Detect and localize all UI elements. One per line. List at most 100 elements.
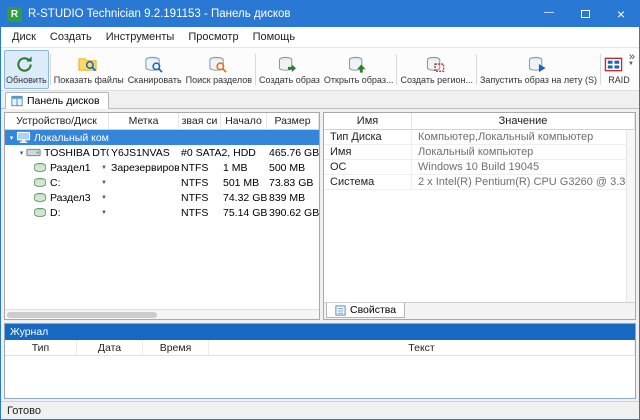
log-panel: Журнал Тип Дата Время Текст [4, 323, 636, 399]
partition-dropdown-icon[interactable]: ▼ [101, 195, 107, 201]
status-bar: Готово [1, 401, 639, 419]
device-name: C: [50, 177, 61, 189]
log-table-header: Тип Дата Время Текст [5, 340, 635, 356]
filesystem-cell: #0 SATA2, HDD [179, 145, 221, 160]
log-column-type[interactable]: Тип [5, 340, 77, 355]
run-image-on-fly-button[interactable]: Запустить образ на лету (S) [478, 50, 599, 89]
toolbar-separator [600, 54, 601, 85]
create-region-label: Создать регион... [400, 75, 473, 85]
column-header-start[interactable]: Начало [221, 113, 267, 129]
app-icon-letter: R [11, 9, 18, 20]
partition-icon [33, 177, 47, 188]
partition-dropdown-icon[interactable]: ▼ [101, 210, 107, 216]
device-row-toshiba-disk[interactable]: ▾ TOSHIBA DT01ACA050 ... Y6JS1NVAS #0 SA… [5, 145, 319, 160]
toolbar-overflow-icon[interactable]: » [629, 51, 635, 63]
toolbar: Обновить Показать файлы Сканировать Поис… [1, 48, 639, 91]
menu-disk[interactable]: Диск [5, 31, 43, 43]
search-partitions-label: Поиск разделов [186, 75, 252, 85]
device-row-local-computer[interactable]: ▾ Локальный компьютер [5, 130, 319, 145]
log-column-text[interactable]: Текст [209, 340, 635, 355]
titlebar[interactable]: R R-STUDIO Technician 9.2.191153 - Панел… [1, 1, 639, 27]
close-button[interactable]: × [603, 1, 639, 27]
minimize-button[interactable]: — [531, 1, 567, 27]
log-panel-header[interactable]: Журнал [5, 324, 635, 340]
device-cell: C: ▼ [5, 175, 109, 190]
start-cell: 1 MB [221, 160, 267, 175]
create-image-button[interactable]: Создать образ [257, 50, 322, 89]
search-partitions-button[interactable]: Поиск разделов [184, 50, 254, 89]
scan-label: Сканировать [128, 75, 182, 85]
log-column-time[interactable]: Время [143, 340, 209, 355]
create-region-button[interactable]: Создать регион... [398, 50, 475, 89]
properties-header: Имя Значение [324, 113, 635, 130]
column-header-device[interactable]: Устройство/Диск [5, 113, 109, 129]
raid-label: RAID [608, 75, 630, 85]
raid-icon [604, 55, 623, 74]
device-row-c-drive[interactable]: C: ▼ NTFS 501 MB 73.83 GB [5, 175, 319, 190]
column-header-filesystem[interactable]: звая си [179, 113, 221, 129]
filesystem-cell [179, 130, 221, 145]
column-header-label[interactable]: Метка [109, 113, 179, 129]
scan-icon [144, 55, 163, 74]
filesystem-cell: NTFS [179, 160, 221, 175]
tab-properties[interactable]: Свойства [326, 303, 405, 318]
device-cell: D: ▼ [5, 205, 109, 220]
menu-create[interactable]: Создать [43, 31, 99, 43]
column-header-size[interactable]: Размер [267, 113, 319, 129]
label-cell [109, 205, 179, 220]
filesystem-cell: NTFS [179, 175, 221, 190]
property-row-os[interactable]: ОС Windows 10 Build 19045 [324, 160, 626, 175]
device-row-partition3[interactable]: Раздел3 ▼ NTFS 74.32 GB 839 MB [5, 190, 319, 205]
device-cell: Раздел3 ▼ [5, 190, 109, 205]
device-cell: Раздел1 ▼ [5, 160, 109, 175]
size-cell: 839 MB [267, 190, 319, 205]
expander-icon[interactable]: ▾ [7, 134, 16, 142]
device-name: Раздел3 [50, 192, 91, 204]
show-files-button[interactable]: Показать файлы [52, 50, 126, 89]
create-image-icon [278, 55, 297, 74]
expander-icon[interactable]: ▾ [17, 149, 26, 157]
maximize-button[interactable] [567, 1, 603, 27]
device-row-partition1[interactable]: Раздел1 ▼ Зарезервирован... NTFS 1 MB 50… [5, 160, 319, 175]
partition-dropdown-icon[interactable]: ▼ [101, 180, 107, 186]
start-cell: 74.32 GB [221, 190, 267, 205]
column-header-name[interactable]: Имя [324, 113, 412, 129]
label-cell [109, 175, 179, 190]
property-row-system[interactable]: Система 2 x Intel(R) Pentium(R) CPU G326… [324, 175, 626, 190]
menu-view[interactable]: Просмотр [181, 31, 245, 43]
property-value: Компьютер,Локальный компьютер [412, 130, 626, 144]
menu-tools[interactable]: Инструменты [99, 31, 182, 43]
property-name: Система [324, 175, 412, 189]
document-tabstrip: Панель дисков [1, 91, 639, 109]
tab-disk-panel[interactable]: Панель дисков [5, 92, 109, 109]
vertical-scrollbar[interactable] [626, 130, 635, 302]
r-studio-window: R R-STUDIO Technician 9.2.191153 - Панел… [0, 0, 640, 420]
property-row-name[interactable]: Имя Локальный компьютер [324, 145, 626, 160]
device-tree-pane: Устройство/Диск Метка звая си Начало Раз… [4, 112, 320, 320]
close-icon: × [617, 6, 625, 22]
filesystem-cell: NTFS [179, 190, 221, 205]
refresh-button[interactable]: Обновить [4, 50, 49, 89]
refresh-label: Обновить [6, 75, 47, 85]
scrollbar-thumb[interactable] [7, 312, 157, 318]
device-cell: ▾ TOSHIBA DT01ACA050 ... [5, 145, 109, 160]
partition-icon [33, 207, 47, 218]
label-cell: Зарезервирован... [109, 160, 179, 175]
horizontal-scrollbar[interactable] [5, 309, 319, 319]
property-row-disk-type[interactable]: Тип Диска Компьютер,Локальный компьютер [324, 130, 626, 145]
column-header-value[interactable]: Значение [412, 113, 635, 129]
scan-button[interactable]: Сканировать [126, 50, 184, 89]
log-column-date[interactable]: Дата [77, 340, 143, 355]
size-cell: 465.76 GB [267, 145, 319, 160]
open-image-button[interactable]: Открыть образ... [322, 50, 396, 89]
menu-bar: Диск Создать Инструменты Просмотр Помощь [1, 27, 639, 48]
run-image-on-fly-label: Запустить образ на лету (S) [480, 75, 597, 85]
device-row-d-drive[interactable]: D: ▼ NTFS 75.14 GB 390.62 GB [5, 205, 319, 220]
toolbar-separator [476, 54, 477, 85]
menu-help[interactable]: Помощь [246, 31, 303, 43]
partition-icon [33, 192, 47, 203]
disk-panel-tab-label: Панель дисков [27, 95, 100, 107]
maximize-icon [581, 10, 590, 18]
partition-dropdown-icon[interactable]: ▼ [101, 165, 107, 171]
property-name: Тип Диска [324, 130, 412, 144]
